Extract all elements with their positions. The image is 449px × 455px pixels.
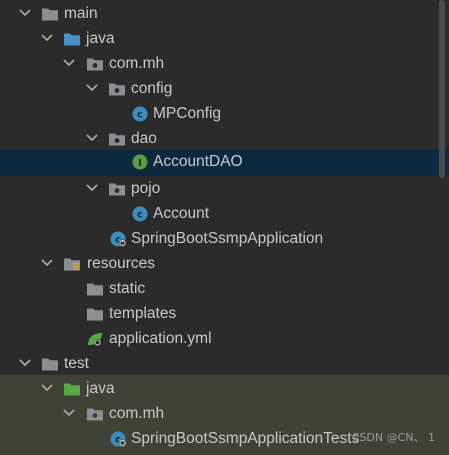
tree-node-label: AccountDAO <box>153 153 243 170</box>
tree-node-static[interactable]: static <box>0 277 449 302</box>
tree-node-label: com.mh <box>109 55 165 72</box>
tree-node-templates[interactable]: templates <box>0 302 449 327</box>
tree-node-main[interactable]: main <box>0 2 449 27</box>
folder-icon <box>87 308 103 321</box>
chevron-down-icon[interactable] <box>62 406 76 420</box>
tree-node-label: test <box>64 355 89 372</box>
tree-node-com-mh[interactable]: com.mh <box>0 52 449 77</box>
tree-node-label: java <box>86 380 115 397</box>
spring-config-icon <box>88 333 102 347</box>
chevron-down-icon[interactable] <box>85 81 99 95</box>
tree-node-mpconfig[interactable]: c MPConfig <box>0 102 449 127</box>
tree-node-config[interactable]: config <box>0 77 449 102</box>
folder-icon <box>42 358 58 371</box>
tree-node-label: application.yml <box>109 330 212 347</box>
chevron-down-icon[interactable] <box>40 31 54 45</box>
tree-node-test-java[interactable]: java <box>0 377 449 402</box>
tree-node-label: MPConfig <box>153 105 222 122</box>
tree-node-label: dao <box>131 130 157 147</box>
svg-text:c: c <box>137 210 143 221</box>
tree-node-label: Account <box>153 205 210 222</box>
tree-node-java[interactable]: java <box>0 27 449 52</box>
chevron-down-icon[interactable] <box>18 356 32 370</box>
tree-node-resources[interactable]: resources <box>0 252 449 277</box>
tree-node-account[interactable]: c Account <box>0 202 449 227</box>
tree-node-label: pojo <box>131 180 161 197</box>
tree-node-label: com.mh <box>109 405 165 422</box>
tree-node-label: config <box>131 80 173 97</box>
svg-text:I: I <box>138 158 142 169</box>
package-icon <box>109 133 125 146</box>
tree-node-test[interactable]: test <box>0 352 449 377</box>
tree-node-label: SpringBootSsmpApplicationTests <box>131 430 360 447</box>
vertical-scrollbar[interactable] <box>435 0 449 455</box>
tree-node-test-com-mh[interactable]: com.mh <box>0 402 449 427</box>
test-source-folder-icon <box>64 383 80 396</box>
project-tree: main java com.mh config c MPConfig dao I… <box>0 0 449 455</box>
package-icon <box>109 83 125 96</box>
folder-icon <box>42 8 58 21</box>
chevron-down-icon[interactable] <box>40 381 54 395</box>
tree-node-label: static <box>109 280 146 297</box>
package-icon <box>87 58 103 71</box>
tree-node-accountdao[interactable]: I AccountDAO <box>0 150 449 176</box>
tree-node-dao[interactable]: dao <box>0 127 449 152</box>
tree-node-label: java <box>86 30 115 47</box>
package-icon <box>109 183 125 196</box>
interface-icon: I <box>132 154 148 170</box>
spring-boot-test-class-icon: c <box>110 431 127 447</box>
class-icon: c <box>132 206 148 222</box>
tree-node-label: templates <box>109 305 177 322</box>
watermark-text: CSDN @CN、 1 <box>351 431 435 444</box>
chevron-down-icon[interactable] <box>85 131 99 145</box>
spring-boot-class-icon: c <box>110 231 127 247</box>
svg-text:c: c <box>137 110 143 121</box>
tree-node-label: main <box>64 5 98 22</box>
tree-node-pojo[interactable]: pojo <box>0 177 449 202</box>
chevron-down-icon[interactable] <box>85 181 99 195</box>
resources-folder-icon <box>64 258 80 271</box>
scrollbar-thumb[interactable] <box>439 0 445 178</box>
folder-icon <box>87 283 103 296</box>
tree-node-label: resources <box>87 255 156 272</box>
chevron-down-icon[interactable] <box>62 56 76 70</box>
class-icon: c <box>132 106 148 122</box>
tree-node-label: SpringBootSsmpApplication <box>131 230 324 247</box>
package-icon <box>87 408 103 421</box>
source-folder-icon <box>64 33 80 46</box>
tree-node-application-yml[interactable]: application.yml <box>0 327 449 352</box>
chevron-down-icon[interactable] <box>40 256 54 270</box>
chevron-down-icon[interactable] <box>18 6 32 20</box>
tree-node-springbootssmpapplication[interactable]: c SpringBootSsmpApplication <box>0 227 449 252</box>
